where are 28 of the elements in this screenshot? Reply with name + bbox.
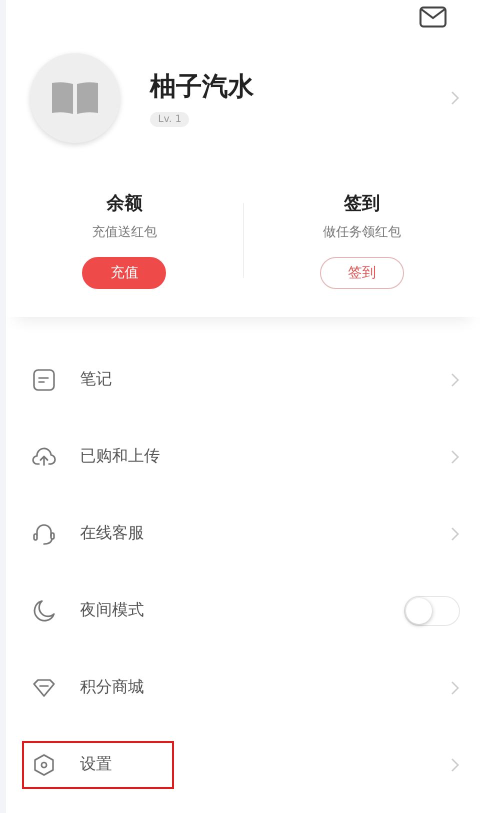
book-icon [50, 81, 100, 115]
moon-icon [32, 598, 56, 622]
mail-icon[interactable] [419, 6, 447, 28]
menu-label[interactable]: 已购和上传 [80, 446, 160, 467]
menu-label[interactable]: 夜间模式 [80, 600, 144, 621]
menu-label[interactable]: 笔记 [80, 369, 112, 390]
recharge-button[interactable]: 充值 [82, 257, 166, 289]
night-mode-toggle[interactable] [404, 596, 460, 626]
user-name: 柚子汽水 [150, 71, 254, 104]
menu-label[interactable]: 在线客服 [80, 523, 144, 544]
cloud-upload-icon [32, 444, 56, 468]
chevron-icon[interactable] [450, 526, 460, 542]
card-title: 余额 [106, 192, 142, 215]
check-in-button[interactable]: 签到 [320, 257, 404, 289]
level-badge: Lv. 1 [150, 112, 190, 127]
card-title: 签到 [344, 192, 380, 215]
note-icon [32, 368, 56, 392]
chevron-icon[interactable] [450, 756, 460, 772]
chevron-icon[interactable] [450, 372, 460, 388]
menu-label[interactable]: 设置 [80, 754, 112, 775]
headset-icon [32, 522, 56, 546]
card-subtitle: 做任务领红包 [322, 224, 401, 241]
chevron-icon[interactable] [450, 680, 460, 696]
chevron-icon[interactable] [450, 90, 460, 106]
menu-label[interactable]: 积分商城 [80, 677, 144, 698]
settings-icon [32, 752, 56, 776]
chevron-icon[interactable] [450, 448, 460, 464]
card-subtitle: 充值送红包 [92, 224, 157, 241]
